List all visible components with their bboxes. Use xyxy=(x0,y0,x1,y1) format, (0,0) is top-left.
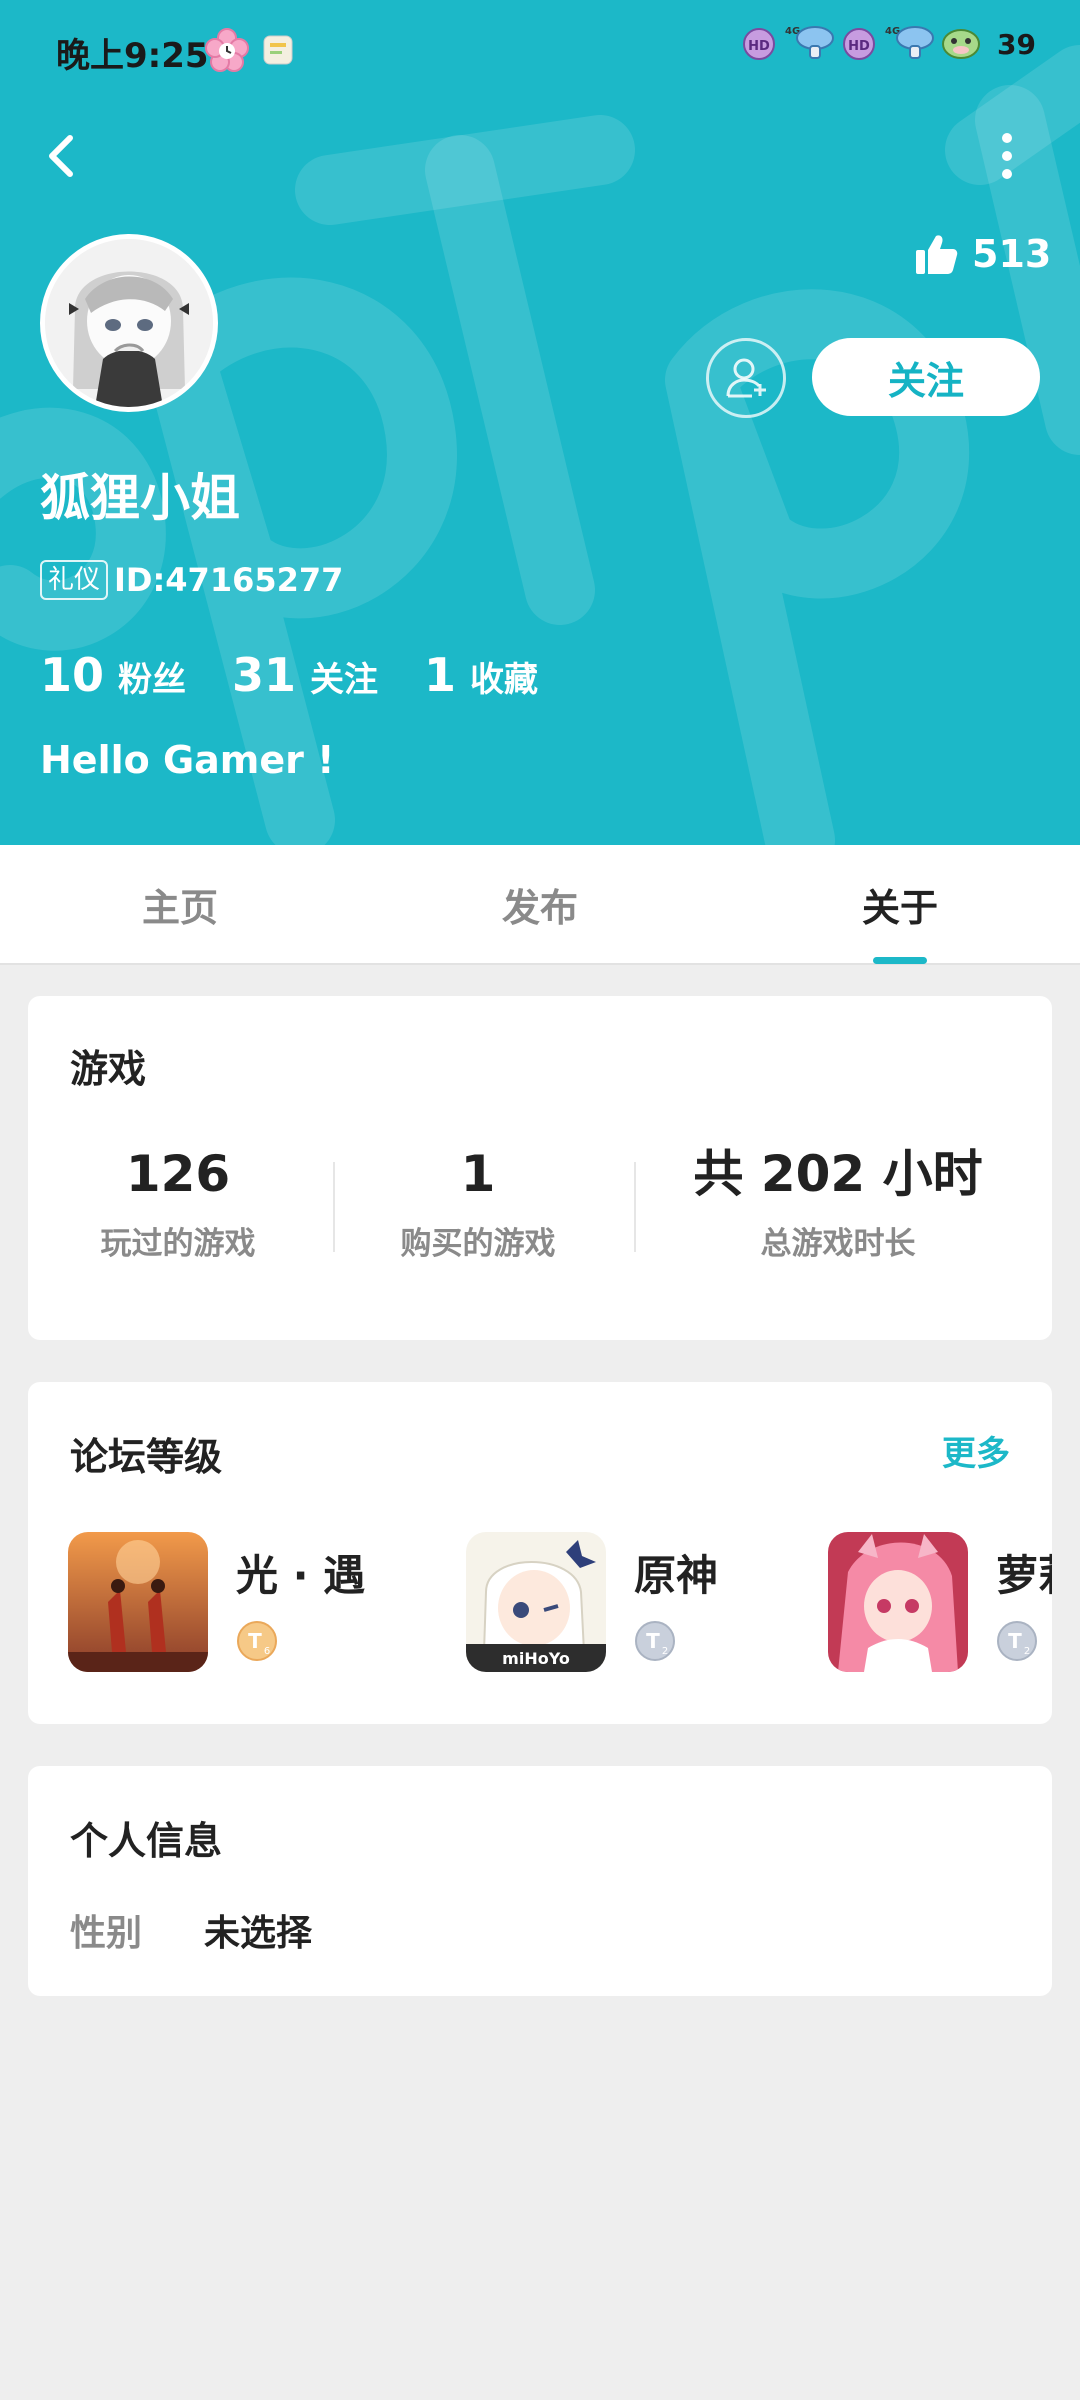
total-playtime: 共 202 小时 xyxy=(693,1145,983,1203)
back-button[interactable] xyxy=(36,124,90,188)
more-vertical-icon xyxy=(1002,133,1012,179)
status-bar: 晚上9:25 HD 4G HD 4G 39 xyxy=(0,0,1080,96)
svg-text:HD: HD xyxy=(848,39,870,54)
svg-text:6: 6 xyxy=(264,1646,270,1657)
follow-button[interactable]: 关注 xyxy=(812,338,1040,416)
gender-label: 性别 xyxy=(70,1913,143,1954)
forum-item-name: 萝莉 xyxy=(996,1551,1052,1600)
social-stats: 10 粉丝 31 关注 1 收藏 xyxy=(40,648,584,702)
favorites-count[interactable]: 1 xyxy=(424,648,456,702)
user-bio: Hello Gamer ! xyxy=(40,738,335,782)
profile-tabs: 主页 发布 关于 xyxy=(0,845,1080,965)
personal-info-card: 个人信息 性别 未选择 xyxy=(28,1766,1052,1996)
add-user-icon xyxy=(726,358,766,398)
mushroom-wifi-icon: 4G xyxy=(883,22,935,66)
stat-divider xyxy=(333,1162,335,1252)
forum-item-sky[interactable]: 光 · 遇 T6 xyxy=(68,1532,428,1672)
purchased-games-label: 购买的游戏 xyxy=(400,1226,556,1262)
followers-count[interactable]: 10 xyxy=(40,648,104,702)
svg-text:2: 2 xyxy=(662,1646,668,1657)
forum-level-card: 论坛等级 更多 光 · 遇 T 6 miHoYo 原神 T 2 萝 T 2 xyxy=(28,1382,1052,1724)
forum-card-clip: 论坛等级 更多 光 · 遇 T 6 miHoYo 原神 T 2 萝 T 2 xyxy=(28,1382,1052,1724)
battery-cow-icon xyxy=(939,22,983,66)
purchased-games-stat[interactable]: 1 购买的游戏 xyxy=(368,1144,588,1263)
gold-level-badge-icon: T6 xyxy=(236,1620,278,1662)
forum-item-anime[interactable]: 萝莉 T2 xyxy=(828,1532,1052,1672)
anime-game-icon xyxy=(828,1532,968,1672)
silver-level-badge-icon: T2 xyxy=(996,1620,1038,1662)
tab-posts[interactable]: 发布 xyxy=(360,845,720,963)
more-link[interactable]: 更多 xyxy=(942,1426,1010,1475)
purchased-games-count: 1 xyxy=(460,1145,496,1203)
active-tab-indicator xyxy=(873,957,927,964)
forum-level-title: 论坛等级 xyxy=(70,1435,223,1479)
tab-home[interactable]: 主页 xyxy=(0,845,360,963)
forum-item-name: 光 · 遇 xyxy=(236,1551,366,1600)
likes-count: 513 xyxy=(972,232,1052,276)
games-title: 游戏 xyxy=(70,1047,147,1091)
following-label[interactable]: 关注 xyxy=(310,652,378,701)
svg-text:2: 2 xyxy=(1024,1646,1030,1657)
likes-counter[interactable]: 513 xyxy=(914,232,1051,276)
flower-clock-icon xyxy=(205,28,249,76)
etiquette-badge[interactable]: 礼仪 xyxy=(40,560,109,600)
profile-header: 晚上9:25 HD 4G HD 4G 39 513 关注 狐狸小姐 礼仪 ID:… xyxy=(0,0,1080,845)
svg-text:T: T xyxy=(1008,1629,1022,1653)
chevron-left-icon xyxy=(49,135,73,177)
hd-signal-icon: HD xyxy=(739,22,779,66)
playtime-stat[interactable]: 共 202 小时 总游戏时长 xyxy=(688,1144,988,1263)
genshin-game-icon: miHoYo xyxy=(466,1532,606,1672)
following-count[interactable]: 31 xyxy=(232,648,296,702)
username: 狐狸小姐 xyxy=(40,469,240,527)
user-id-row: 礼仪 ID:47165277 xyxy=(40,560,343,600)
notification-icon xyxy=(262,34,294,70)
taptap-watermark-logo xyxy=(0,45,1080,845)
personal-info-title: 个人信息 xyxy=(70,1819,223,1863)
svg-text:T: T xyxy=(646,1629,660,1653)
svg-text:miHoYo: miHoYo xyxy=(502,1649,570,1668)
anime-girl-avatar-image xyxy=(45,239,213,407)
more-options-button[interactable] xyxy=(990,128,1024,184)
status-indicators: HD 4G HD 4G 39 xyxy=(739,22,1036,66)
mushroom-signal-icon: 4G xyxy=(783,22,835,66)
games-card: 游戏 126 玩过的游戏 1 购买的游戏 共 202 小时 总游戏时长 xyxy=(28,996,1052,1340)
status-time: 晚上9:25 xyxy=(56,36,209,76)
forum-item-genshin[interactable]: miHoYo 原神 T2 xyxy=(466,1532,786,1672)
forum-item-name: 原神 xyxy=(634,1551,719,1600)
svg-text:T: T xyxy=(248,1629,262,1653)
battery-level: 39 xyxy=(997,27,1036,61)
silver-level-badge-icon: T2 xyxy=(634,1620,676,1662)
add-friend-button[interactable] xyxy=(706,338,786,418)
gender-value: 未选择 xyxy=(204,1913,313,1954)
favorites-label[interactable]: 收藏 xyxy=(470,652,538,701)
stat-divider xyxy=(634,1162,636,1252)
tab-about[interactable]: 关于 xyxy=(720,845,1080,963)
avatar[interactable] xyxy=(40,234,218,412)
hd-signal-icon: HD xyxy=(839,22,879,66)
played-games-stat[interactable]: 126 玩过的游戏 xyxy=(68,1144,288,1263)
thumbs-up-icon xyxy=(916,235,958,274)
total-playtime-label: 总游戏时长 xyxy=(760,1226,916,1262)
played-games-count: 126 xyxy=(125,1145,231,1203)
user-id: ID:47165277 xyxy=(114,561,344,599)
followers-label[interactable]: 粉丝 xyxy=(118,652,186,701)
sky-game-icon xyxy=(68,1532,208,1672)
played-games-label: 玩过的游戏 xyxy=(100,1226,256,1262)
svg-text:HD: HD xyxy=(748,39,770,54)
